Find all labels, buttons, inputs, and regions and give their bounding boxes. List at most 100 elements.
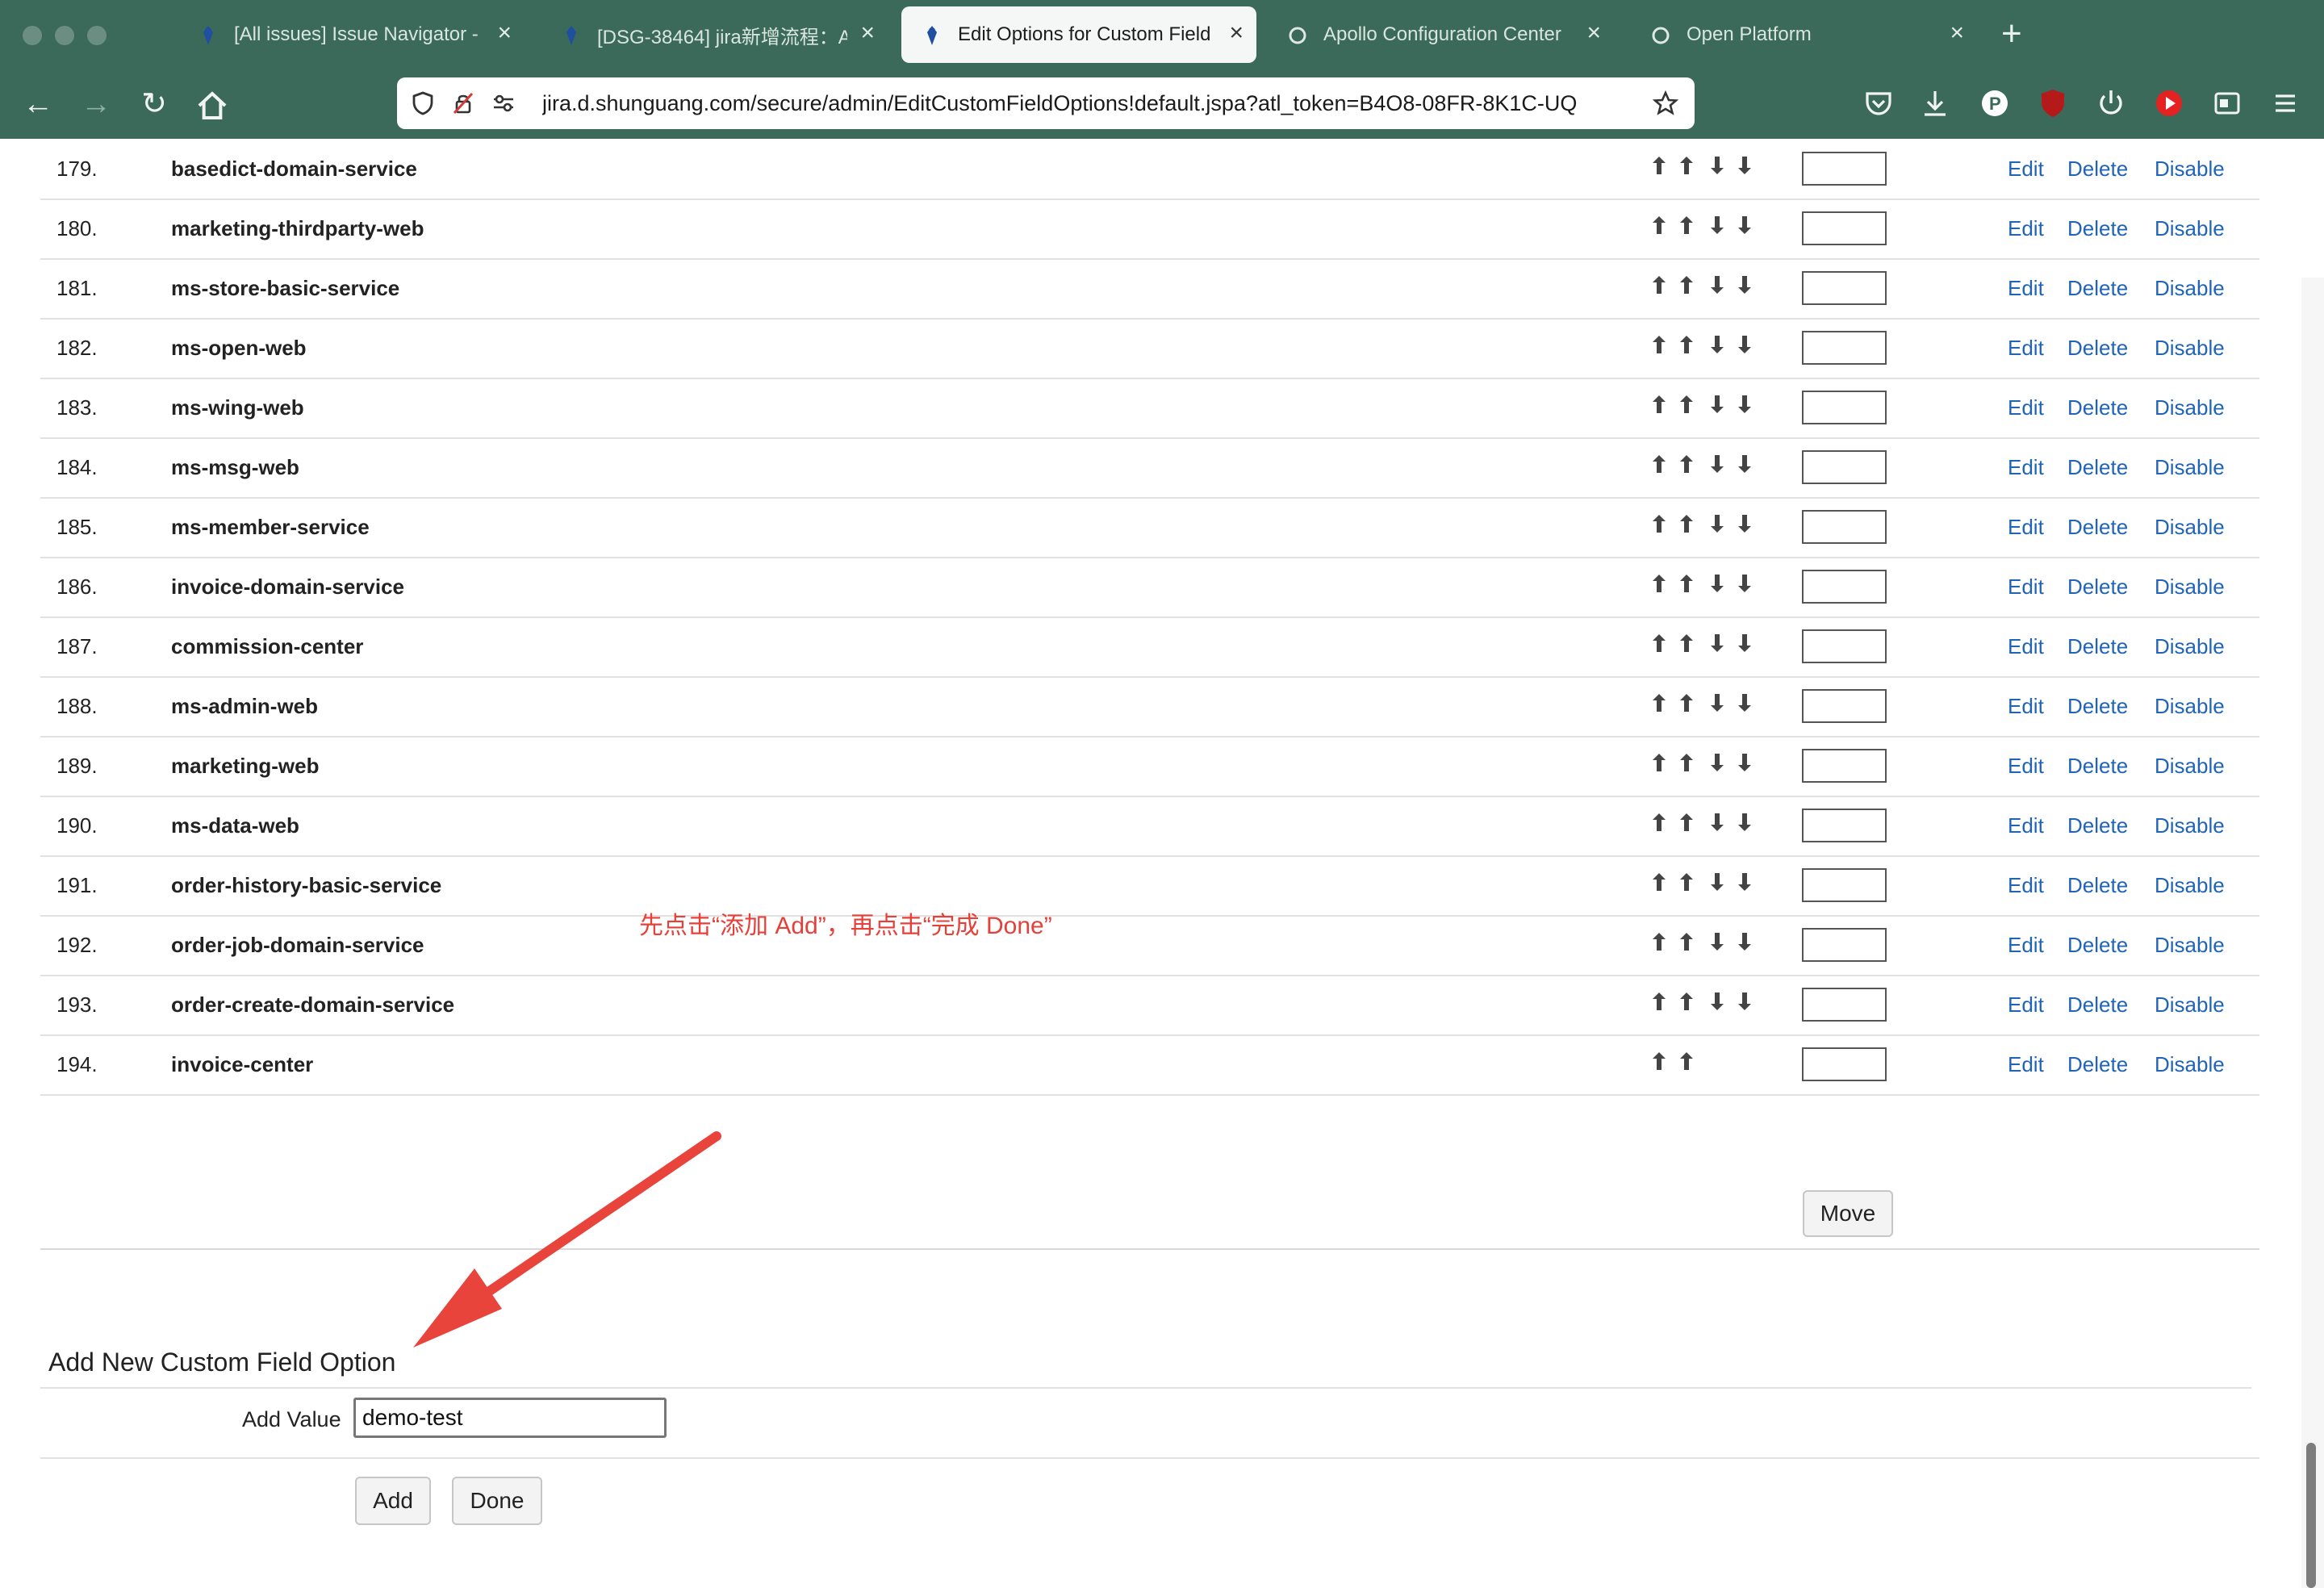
tab-open-platform[interactable]: Open Platform × bbox=[1630, 6, 1977, 63]
reorder-arrows-icon[interactable] bbox=[1648, 152, 1753, 181]
move-position-input[interactable] bbox=[1802, 809, 1887, 842]
reorder-arrows-icon[interactable] bbox=[1648, 988, 1753, 1017]
tab-dsg-issue[interactable]: [DSG-38464] jira新增流程：APP × bbox=[541, 6, 888, 63]
disable-link[interactable]: Disable bbox=[2155, 575, 2225, 600]
delete-link[interactable]: Delete bbox=[2067, 276, 2128, 301]
tab-apollo[interactable]: Apollo Configuration Center × bbox=[1267, 6, 1614, 63]
add-button[interactable]: Add bbox=[355, 1477, 431, 1525]
reorder-arrows-icon[interactable] bbox=[1648, 809, 1753, 838]
menu-icon[interactable] bbox=[2269, 87, 2301, 119]
edit-link[interactable]: Edit bbox=[2008, 395, 2044, 420]
done-button[interactable]: Done bbox=[452, 1477, 542, 1525]
disable-link[interactable]: Disable bbox=[2155, 276, 2225, 301]
reorder-arrows-icon[interactable] bbox=[1648, 629, 1753, 658]
forward-icon[interactable]: → bbox=[77, 86, 115, 123]
edit-link[interactable]: Edit bbox=[2008, 813, 2044, 838]
url-text[interactable]: jira.d.shunguang.com/secure/admin/EditCu… bbox=[542, 91, 1624, 116]
disable-link[interactable]: Disable bbox=[2155, 455, 2225, 480]
permissions-icon[interactable] bbox=[491, 90, 516, 116]
shield-icon[interactable] bbox=[410, 90, 436, 116]
edit-link[interactable]: Edit bbox=[2008, 754, 2044, 779]
delete-link[interactable]: Delete bbox=[2067, 455, 2128, 480]
disable-link[interactable]: Disable bbox=[2155, 515, 2225, 540]
move-position-input[interactable] bbox=[1802, 928, 1887, 962]
move-position-input[interactable] bbox=[1802, 1047, 1887, 1081]
reorder-arrows-icon[interactable] bbox=[1648, 868, 1753, 897]
disable-link[interactable]: Disable bbox=[2155, 694, 2225, 719]
disable-link[interactable]: Disable bbox=[2155, 1052, 2225, 1077]
delete-link[interactable]: Delete bbox=[2067, 694, 2128, 719]
address-bar[interactable]: jira.d.shunguang.com/secure/admin/EditCu… bbox=[397, 77, 1695, 129]
reorder-arrows-icon[interactable] bbox=[1648, 928, 1753, 957]
power-icon[interactable] bbox=[2095, 87, 2127, 119]
scrollbar-track[interactable] bbox=[2301, 278, 2324, 1588]
delete-link[interactable]: Delete bbox=[2067, 933, 2128, 958]
screenshot-icon[interactable] bbox=[2211, 87, 2243, 119]
window-minimize-dot[interactable] bbox=[55, 26, 74, 45]
close-icon[interactable]: × bbox=[1586, 21, 1601, 45]
move-position-input[interactable] bbox=[1802, 689, 1887, 723]
disable-link[interactable]: Disable bbox=[2155, 336, 2225, 361]
reorder-arrows-icon[interactable] bbox=[1648, 510, 1753, 539]
delete-link[interactable]: Delete bbox=[2067, 754, 2128, 779]
edit-link[interactable]: Edit bbox=[2008, 276, 2044, 301]
edit-link[interactable]: Edit bbox=[2008, 992, 2044, 1018]
reorder-arrows-icon[interactable] bbox=[1648, 1047, 1753, 1076]
reorder-arrows-icon[interactable] bbox=[1648, 271, 1753, 300]
new-tab-icon[interactable]: + bbox=[2001, 16, 2022, 52]
disable-link[interactable]: Disable bbox=[2155, 873, 2225, 898]
profile-p-icon[interactable]: P bbox=[1979, 87, 2011, 119]
reorder-arrows-icon[interactable] bbox=[1648, 689, 1753, 718]
reorder-arrows-icon[interactable] bbox=[1648, 331, 1753, 360]
add-value-input[interactable] bbox=[353, 1398, 667, 1438]
delete-link[interactable]: Delete bbox=[2067, 992, 2128, 1018]
disable-link[interactable]: Disable bbox=[2155, 395, 2225, 420]
edit-link[interactable]: Edit bbox=[2008, 515, 2044, 540]
edit-link[interactable]: Edit bbox=[2008, 157, 2044, 182]
home-icon[interactable] bbox=[194, 87, 231, 124]
move-position-input[interactable] bbox=[1802, 152, 1887, 186]
reload-icon[interactable]: ↻ bbox=[136, 86, 173, 123]
reorder-arrows-icon[interactable] bbox=[1648, 570, 1753, 599]
delete-link[interactable]: Delete bbox=[2067, 575, 2128, 600]
disable-link[interactable]: Disable bbox=[2155, 216, 2225, 241]
tab-edit-options[interactable]: Edit Options for Custom Field : A × bbox=[901, 6, 1256, 63]
window-zoom-dot[interactable] bbox=[87, 26, 107, 45]
reorder-arrows-icon[interactable] bbox=[1648, 749, 1753, 778]
close-icon[interactable]: × bbox=[1229, 21, 1244, 45]
window-close-dot[interactable] bbox=[23, 26, 42, 45]
move-position-input[interactable] bbox=[1802, 629, 1887, 663]
insecure-lock-icon[interactable] bbox=[450, 90, 476, 116]
disable-link[interactable]: Disable bbox=[2155, 157, 2225, 182]
move-position-input[interactable] bbox=[1802, 391, 1887, 424]
pocket-icon[interactable] bbox=[1862, 87, 1895, 119]
bookmark-star-icon[interactable] bbox=[1653, 90, 1678, 116]
edit-link[interactable]: Edit bbox=[2008, 216, 2044, 241]
move-position-input[interactable] bbox=[1802, 450, 1887, 484]
delete-link[interactable]: Delete bbox=[2067, 336, 2128, 361]
tab-issue-navigator[interactable]: [All issues] Issue Navigator - My × bbox=[178, 6, 525, 63]
move-position-input[interactable] bbox=[1802, 211, 1887, 245]
close-icon[interactable]: × bbox=[497, 21, 512, 45]
reorder-arrows-icon[interactable] bbox=[1648, 391, 1753, 420]
edit-link[interactable]: Edit bbox=[2008, 575, 2044, 600]
edit-link[interactable]: Edit bbox=[2008, 933, 2044, 958]
delete-link[interactable]: Delete bbox=[2067, 1052, 2128, 1077]
scrollbar-thumb[interactable] bbox=[2306, 1443, 2316, 1588]
edit-link[interactable]: Edit bbox=[2008, 694, 2044, 719]
move-position-input[interactable] bbox=[1802, 271, 1887, 305]
disable-link[interactable]: Disable bbox=[2155, 813, 2225, 838]
edit-link[interactable]: Edit bbox=[2008, 873, 2044, 898]
disable-link[interactable]: Disable bbox=[2155, 992, 2225, 1018]
download-icon[interactable] bbox=[1919, 87, 1951, 119]
delete-link[interactable]: Delete bbox=[2067, 515, 2128, 540]
move-position-input[interactable] bbox=[1802, 510, 1887, 544]
edit-link[interactable]: Edit bbox=[2008, 634, 2044, 659]
move-position-input[interactable] bbox=[1802, 749, 1887, 783]
close-icon[interactable]: × bbox=[1950, 21, 1964, 45]
reorder-arrows-icon[interactable] bbox=[1648, 211, 1753, 240]
delete-link[interactable]: Delete bbox=[2067, 395, 2128, 420]
move-position-input[interactable] bbox=[1802, 570, 1887, 604]
delete-link[interactable]: Delete bbox=[2067, 813, 2128, 838]
move-button[interactable]: Move bbox=[1803, 1190, 1893, 1237]
